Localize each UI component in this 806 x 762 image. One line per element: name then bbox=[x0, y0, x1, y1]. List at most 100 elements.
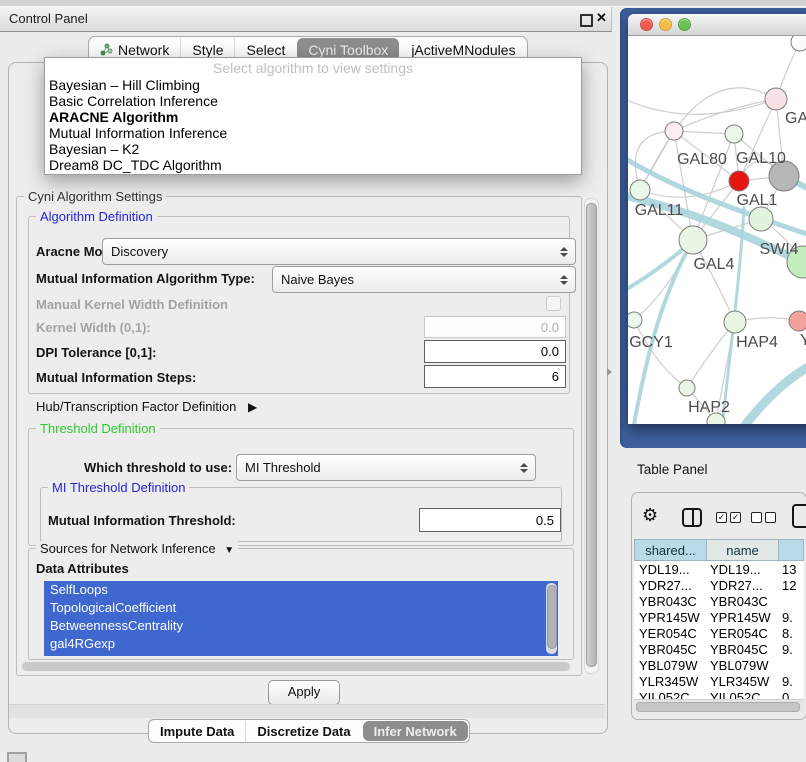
dpi-tolerance-label: DPI Tolerance [0,1]: bbox=[36, 345, 156, 360]
manual-kernel-checkbox[interactable] bbox=[546, 296, 561, 311]
dropdown-item-basic-correlation-inference[interactable]: Basic Correlation Inference bbox=[45, 93, 581, 109]
node-label-y: Y bbox=[800, 332, 806, 349]
table-cell: YBR045C bbox=[706, 642, 778, 657]
collapse-down-icon: ▼ bbox=[224, 545, 234, 556]
network-node[interactable] bbox=[725, 125, 743, 143]
table-cell: 0. bbox=[778, 690, 804, 700]
table-row[interactable]: YLR345WYLR345W9. bbox=[634, 673, 804, 689]
cyni-settings-legend: Cyni Algorithm Settings bbox=[24, 189, 166, 204]
apply-button[interactable]: Apply bbox=[268, 680, 340, 705]
table-row[interactable]: YDR27...YDR27...12 bbox=[634, 577, 804, 593]
mi-type-select[interactable]: Naive Bayes bbox=[272, 266, 576, 293]
network-window-titlebar[interactable] bbox=[628, 14, 806, 36]
minimize-window-button[interactable] bbox=[659, 18, 672, 31]
network-canvas[interactable]: GAL80GAL10GALGAL11GAL1SWI4GAL4GCY1HAP4YH… bbox=[628, 36, 806, 424]
node-label-swi4: SWI4 bbox=[759, 241, 798, 258]
network-edge-thick[interactable] bbox=[728, 356, 806, 424]
hub-definition-expander[interactable]: Hub/Transcription Factor Definition ▶ bbox=[36, 399, 257, 414]
mi-steps-input[interactable] bbox=[424, 365, 566, 388]
tab-impute-data[interactable]: Impute Data bbox=[149, 721, 245, 741]
horizontal-scrollbar-thumb[interactable] bbox=[22, 662, 570, 671]
sources-legend[interactable]: Sources for Network Inference ▼ bbox=[36, 541, 238, 556]
table-row[interactable]: YPR145WYPR145W9. bbox=[634, 609, 804, 625]
table-header: shared...name bbox=[634, 539, 804, 561]
settings-vertical-scrollbar[interactable] bbox=[584, 198, 599, 674]
table-row[interactable]: YBR043CYBR043C bbox=[634, 593, 804, 609]
mi-threshold-input[interactable] bbox=[419, 508, 561, 532]
network-node[interactable] bbox=[789, 311, 806, 331]
table-cell: 12 bbox=[778, 578, 804, 593]
dpi-tolerance-input[interactable] bbox=[424, 340, 566, 363]
network-node[interactable] bbox=[679, 380, 695, 396]
node-label-hap4: HAP4 bbox=[736, 334, 778, 351]
table-cell: YPR145W bbox=[634, 610, 706, 625]
dropdown-item-bayesian-hill-climbing[interactable]: Bayesian – Hill Climbing bbox=[45, 77, 581, 93]
table-row[interactable]: YBR045CYBR045C9. bbox=[634, 641, 804, 657]
dock-panel-icon[interactable] bbox=[7, 752, 27, 762]
kernel-width-input bbox=[424, 316, 566, 338]
tab-infer-network[interactable]: Infer Network bbox=[363, 721, 468, 741]
network-node[interactable] bbox=[679, 226, 707, 254]
table-row[interactable]: YDL19...YDL19...13 bbox=[634, 561, 804, 577]
column-header-2[interactable] bbox=[778, 539, 804, 561]
table-cell: YDR27... bbox=[634, 578, 706, 593]
network-graph[interactable]: GAL80GAL10GALGAL11GAL1SWI4GAL4GCY1HAP4YH… bbox=[628, 36, 806, 424]
settings-scrollbar-thumb[interactable] bbox=[586, 203, 597, 667]
network-node[interactable] bbox=[628, 312, 642, 328]
attribute-topologicalcoefficient[interactable]: TopologicalCoefficient bbox=[44, 599, 558, 617]
network-node[interactable] bbox=[729, 171, 749, 191]
dropdown-item-dream8-dc-tdc-algorithm[interactable]: Dream8 DC_TDC Algorithm bbox=[45, 157, 581, 173]
attribute-betweennesscentrality[interactable]: BetweennessCentrality bbox=[44, 617, 558, 635]
unchecked-box-icon bbox=[751, 512, 762, 523]
tab-label: Style bbox=[192, 42, 223, 58]
which-threshold-value: MI Threshold bbox=[245, 460, 321, 475]
network-node[interactable] bbox=[724, 311, 746, 333]
table-scrollbar-thumb[interactable] bbox=[636, 702, 800, 712]
columns-icon[interactable] bbox=[682, 508, 702, 527]
table-row[interactable]: YER054CYER054C8. bbox=[634, 625, 804, 641]
control-panel-titlebar: Control Panel ✕ bbox=[0, 7, 612, 32]
table-row[interactable]: YIL052CYIL052C0. bbox=[634, 689, 804, 699]
splitter-arrow-icon[interactable] bbox=[607, 368, 612, 376]
network-node[interactable] bbox=[630, 180, 650, 200]
table-row[interactable]: YBL079WYBL079W bbox=[634, 657, 804, 673]
attributes-scrollbar[interactable] bbox=[546, 583, 557, 654]
tab-label: jActiveMNodules bbox=[411, 42, 515, 58]
network-node[interactable] bbox=[749, 207, 773, 231]
window-top-strip bbox=[0, 0, 806, 7]
attributes-scrollbar-thumb[interactable] bbox=[547, 585, 557, 649]
dropdown-item-bayesian-k2[interactable]: Bayesian – K2 bbox=[45, 141, 581, 157]
table-horizontal-scrollbar[interactable] bbox=[634, 699, 804, 712]
tab-discretize-data[interactable]: Discretize Data bbox=[245, 721, 361, 741]
table-cell: YIL052C bbox=[634, 690, 706, 700]
select-all-icon[interactable]: ✓ ✓ bbox=[716, 512, 741, 523]
attribute-selfloops[interactable]: SelfLoops bbox=[44, 581, 558, 599]
close-icon[interactable]: ✕ bbox=[596, 10, 607, 26]
table-cell: 9. bbox=[778, 610, 804, 625]
data-attributes-list[interactable]: SelfLoopsTopologicalCoefficientBetweenne… bbox=[44, 581, 558, 656]
aracne-mode-select[interactable]: Discovery bbox=[102, 238, 576, 265]
zoom-window-button[interactable] bbox=[678, 18, 691, 31]
algorithm-definition-legend: Algorithm Definition bbox=[36, 209, 157, 224]
tab-label: Network bbox=[118, 42, 169, 58]
network-edge[interactable] bbox=[628, 96, 776, 114]
mi-type-value: Naive Bayes bbox=[281, 272, 354, 287]
dropdown-item-mutual-information-inference[interactable]: Mutual Information Inference bbox=[45, 125, 581, 141]
threshold-definition-legend: Threshold Definition bbox=[36, 421, 160, 436]
table-icon[interactable] bbox=[792, 504, 806, 528]
network-node[interactable] bbox=[791, 36, 806, 51]
network-node[interactable] bbox=[765, 88, 787, 110]
column-header-shared[interactable]: shared... bbox=[634, 539, 706, 561]
close-window-button[interactable] bbox=[640, 18, 653, 31]
network-node[interactable] bbox=[665, 122, 683, 140]
dropdown-item-aracne-algorithm[interactable]: ARACNE Algorithm bbox=[45, 109, 581, 125]
gear-icon[interactable]: ⚙ bbox=[642, 505, 658, 526]
which-threshold-select[interactable]: MI Threshold bbox=[236, 454, 536, 481]
mi-threshold-label: Mutual Information Threshold: bbox=[48, 513, 236, 528]
attribute-gal4rgexp[interactable]: gal4RGexp bbox=[44, 635, 558, 653]
tab-label: Select bbox=[246, 42, 285, 58]
float-window-icon[interactable] bbox=[580, 14, 593, 27]
column-header-name[interactable]: name bbox=[706, 539, 778, 561]
network-window[interactable]: GAL80GAL10GALGAL11GAL1SWI4GAL4GCY1HAP4YH… bbox=[628, 14, 806, 424]
deselect-all-icon[interactable] bbox=[751, 512, 776, 523]
